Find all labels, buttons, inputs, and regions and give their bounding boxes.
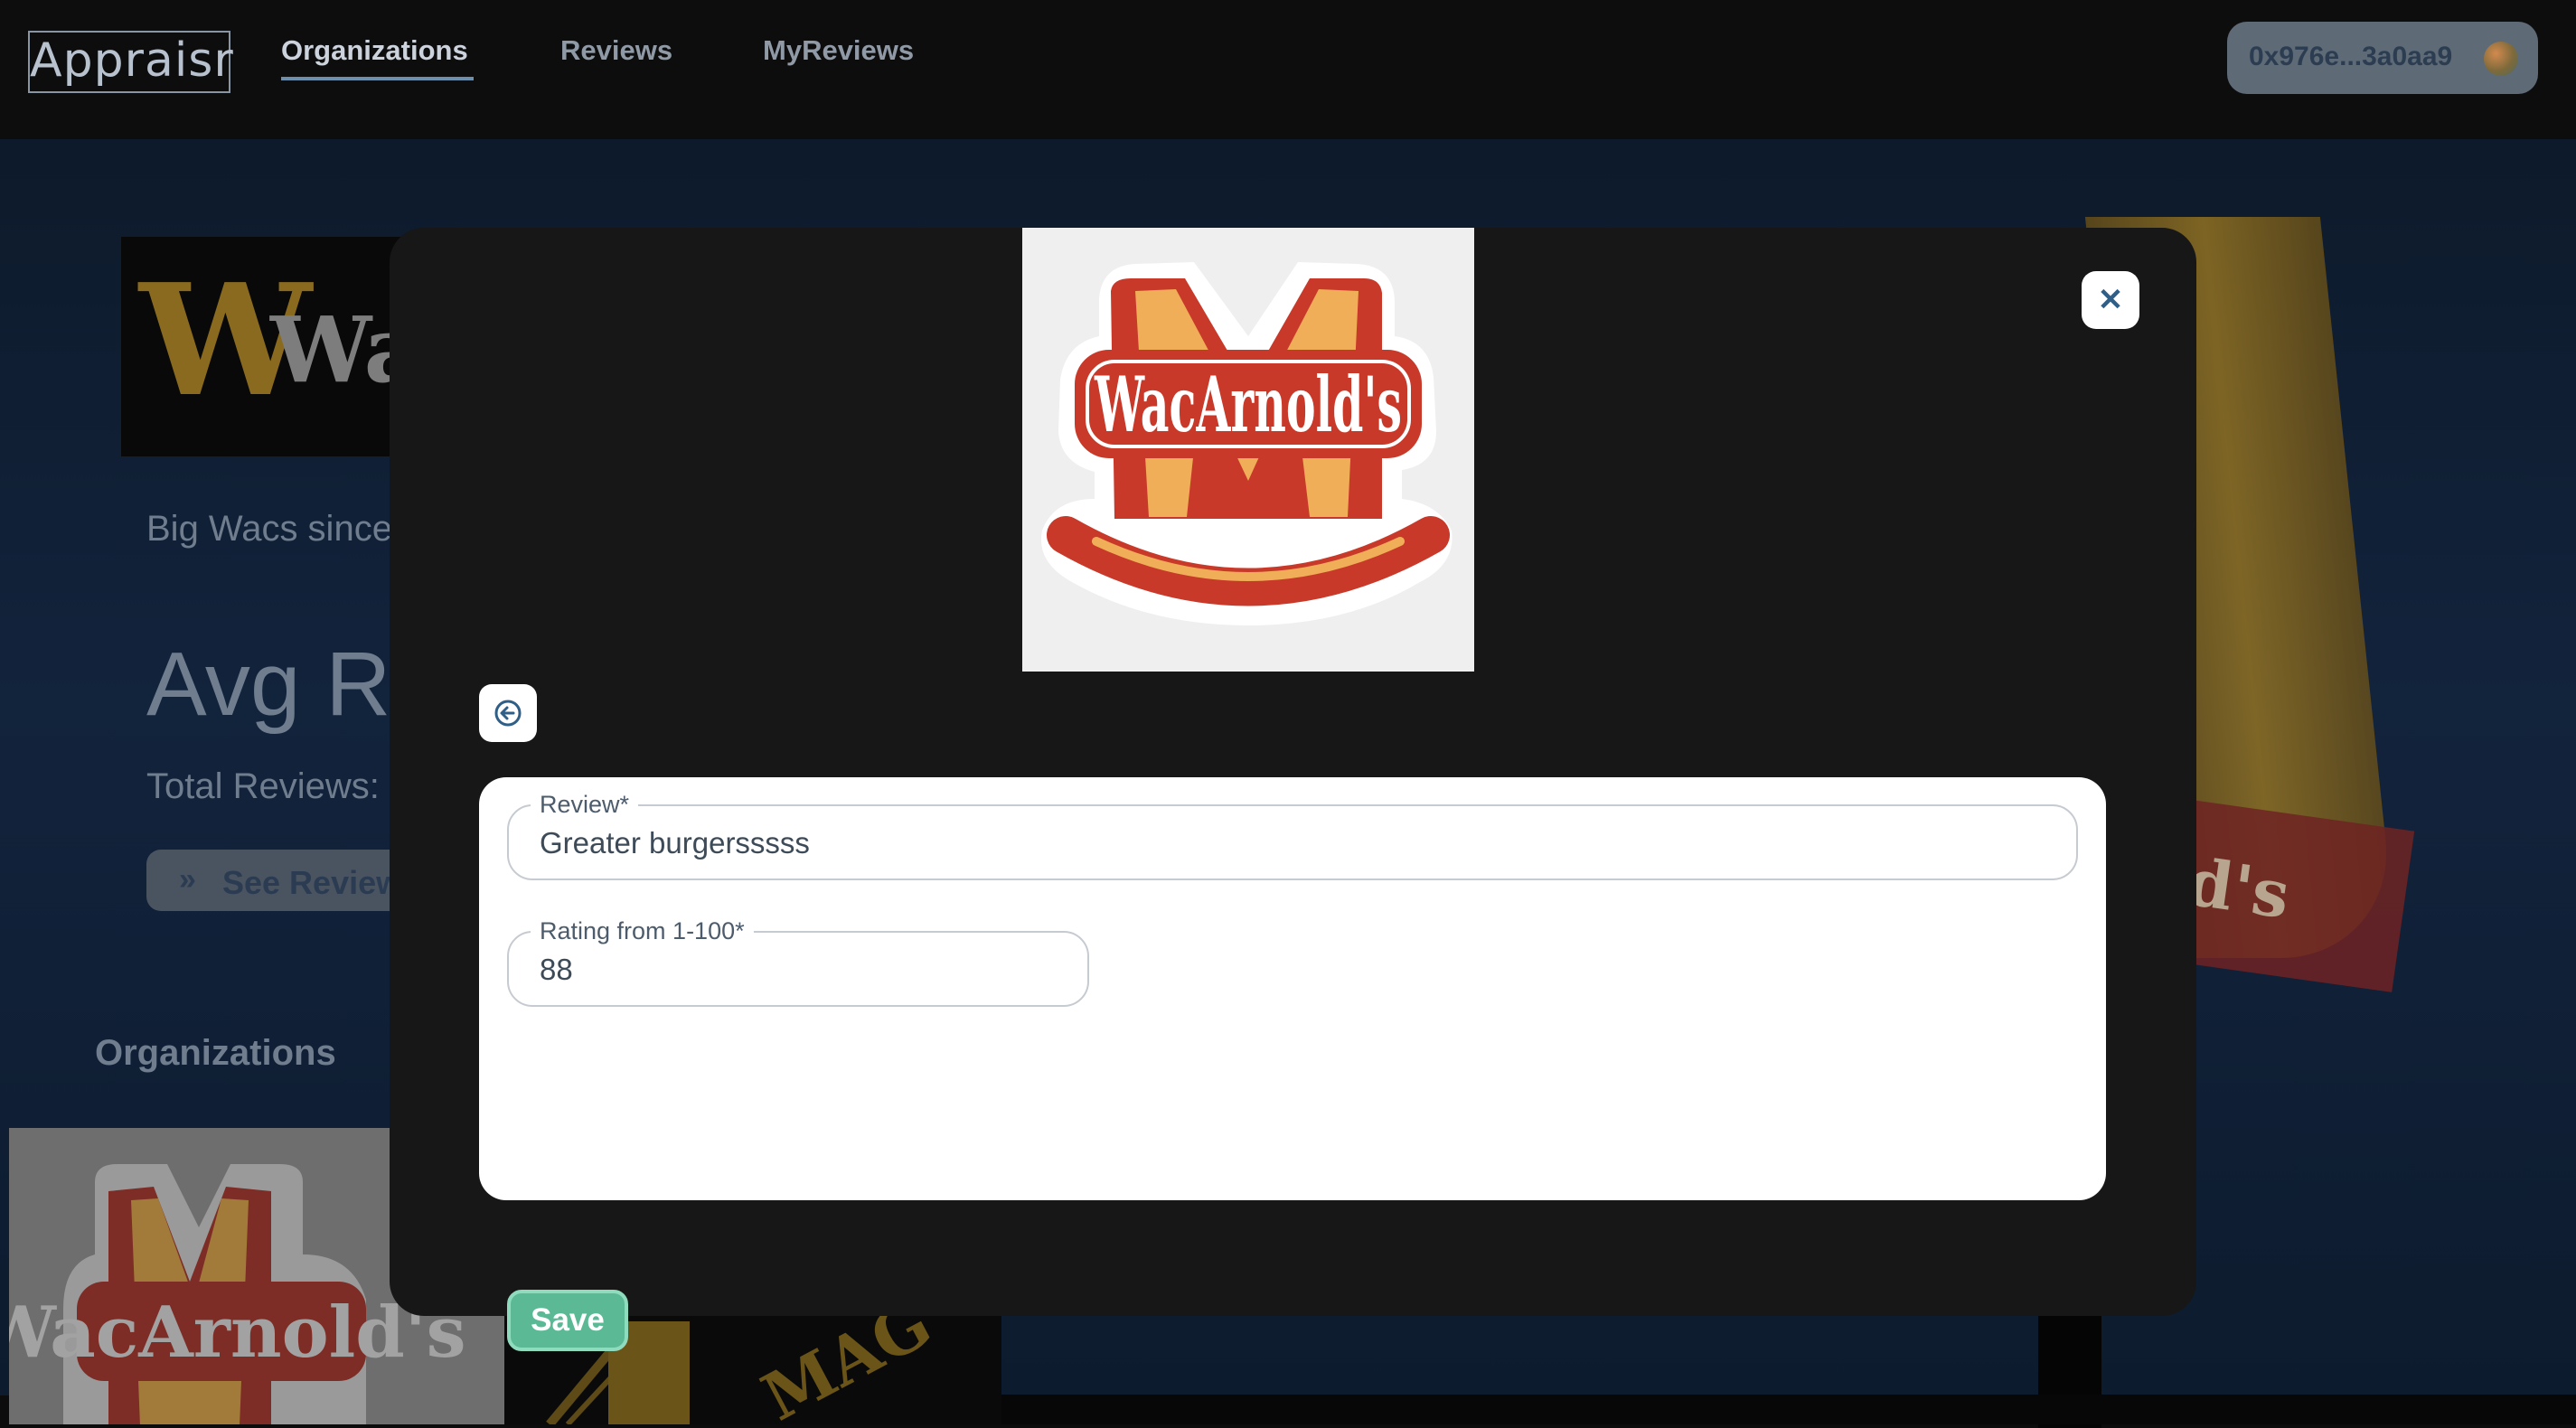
total-reviews-text: Total Reviews:: [146, 766, 380, 806]
average-rating-heading: Avg R: [146, 634, 391, 735]
nav-reviews[interactable]: Reviews: [560, 34, 672, 67]
review-input[interactable]: Greater burgersssss: [540, 826, 810, 860]
nav-organizations[interactable]: Organizations: [281, 34, 468, 67]
app-logo[interactable]: Appraisr: [28, 31, 233, 93]
wallet-button[interactable]: 0x976e...3a0aa9: [2227, 22, 2538, 94]
close-icon: ✕: [2097, 283, 2124, 317]
background-sign-text: d's: [2182, 842, 2295, 934]
nav-myreviews[interactable]: MyReviews: [763, 34, 914, 67]
review-field-label: Review*: [531, 791, 639, 818]
double-chevron-right-icon: »: [179, 862, 196, 897]
background-bottom-strip: [999, 1395, 2576, 1424]
wallet-avatar-icon: [2484, 42, 2518, 76]
arrow-left-circle-icon: [494, 700, 522, 727]
rating-field[interactable]: Rating from 1-100* 88: [507, 917, 1089, 1007]
review-field[interactable]: Review* Greater burgersssss: [507, 791, 2078, 880]
see-reviews-label: See Review: [222, 864, 402, 901]
organization-description: Big Wacs since: [146, 509, 392, 549]
nav-active-underline: [281, 77, 474, 80]
save-button[interactable]: Save: [507, 1290, 628, 1351]
edit-review-modal: WacArnold's ✕ Review* Greater burgerssss…: [390, 228, 2196, 1351]
back-button[interactable]: [479, 684, 537, 742]
close-button[interactable]: ✕: [2082, 271, 2139, 329]
top-navigation-bar: Appraisr Organizations Reviews MyReviews…: [0, 0, 2576, 139]
rating-field-label: Rating from 1-100*: [531, 917, 754, 944]
organization-logo-image: WacArnold's: [1022, 228, 1474, 672]
rating-input[interactable]: 88: [540, 953, 573, 987]
organizations-heading: Organizations: [95, 1033, 336, 1073]
wacarnolds-logo: WacArnold's: [1040, 262, 1453, 625]
review-form: Review* Greater burgersssss Rating from …: [479, 777, 2106, 1351]
wallet-address: 0x976e...3a0aa9: [2249, 42, 2453, 71]
logo-wordmark: WacArnold's: [1094, 360, 1402, 449]
organization-banner-image: W Wac: [121, 237, 477, 456]
